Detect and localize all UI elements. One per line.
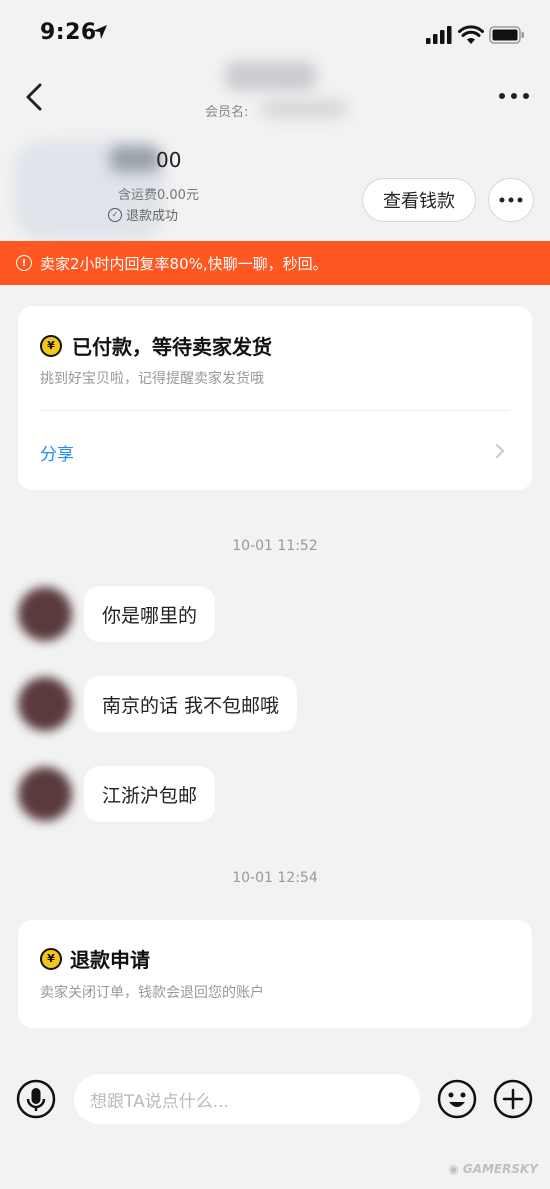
weibo-icon: ◉: [448, 1162, 459, 1176]
chat-message[interactable]: 你是哪里的: [84, 586, 216, 642]
notice-text: 卖家2小时内回复率80%,快聊一聊，秒回。: [40, 254, 328, 273]
more-icon: [499, 197, 523, 203]
chevron-right-icon[interactable]: [494, 443, 506, 459]
alert-icon: !: [16, 255, 32, 271]
watermark-text: GAMERSKY: [462, 1162, 538, 1176]
order-status-title: 已付款，等待卖家发货: [72, 335, 272, 359]
product-more-button[interactable]: [488, 178, 534, 222]
battery-icon: [489, 26, 524, 44]
yuan-coin-icon: ¥: [40, 334, 62, 357]
product-price-blurred: [110, 146, 160, 172]
refund-header: ¥ 退款申请: [40, 944, 150, 973]
view-money-button[interactable]: 查看钱款: [362, 178, 476, 222]
share-link[interactable]: 分享: [40, 440, 74, 465]
seller-avatar[interactable]: [18, 767, 72, 821]
watermark: ◉ GAMERSKY: [448, 1162, 538, 1176]
message-input[interactable]: 想跟TA说点什么...: [74, 1074, 420, 1124]
cellular-signal-icon: [426, 26, 452, 44]
wifi-icon: [458, 25, 484, 44]
member-name-blurred: [262, 100, 347, 118]
order-status-header: ¥ 已付款，等待卖家发货: [40, 331, 272, 360]
chat-timestamp: 10-01 11:52: [232, 538, 318, 554]
emoji-icon[interactable]: [437, 1079, 477, 1119]
check-circle-icon: ✓: [108, 207, 122, 222]
yuan-coin-icon: ¥: [40, 947, 62, 970]
order-status-subtitle: 挑到好宝贝啦，记得提醒卖家发货哦: [40, 371, 264, 387]
refund-title: 退款申请: [70, 948, 150, 972]
reply-rate-notice[interactable]: ! 卖家2小时内回复率80%,快聊一聊，秒回。: [0, 241, 550, 285]
refund-status-label: 退款成功: [126, 209, 179, 224]
divider: [40, 410, 510, 411]
chat-message[interactable]: 江浙沪包邮: [84, 766, 216, 822]
refund-subtitle: 卖家关闭订单，钱款会退回您的账户: [40, 985, 264, 1001]
status-time: 9:26: [40, 20, 97, 45]
back-icon[interactable]: [22, 82, 48, 112]
product-price: 00: [156, 148, 182, 172]
seller-avatar[interactable]: [18, 587, 72, 641]
refund-status: ✓ 退款成功: [108, 205, 178, 224]
seller-name-blurred: [226, 62, 316, 90]
more-icon[interactable]: [496, 86, 532, 106]
shipping-fee: 含运费0.00元: [118, 188, 199, 203]
plus-icon[interactable]: [493, 1079, 533, 1119]
chat-timestamp: 10-01 12:54: [232, 870, 318, 886]
refund-request-card[interactable]: [18, 920, 532, 1028]
location-arrow-icon: [93, 25, 107, 39]
seller-avatar[interactable]: [18, 677, 72, 731]
microphone-icon[interactable]: [16, 1079, 56, 1119]
member-name-label: 会员名:: [205, 105, 249, 120]
chat-message[interactable]: 南京的话 我不包邮哦: [84, 676, 298, 732]
